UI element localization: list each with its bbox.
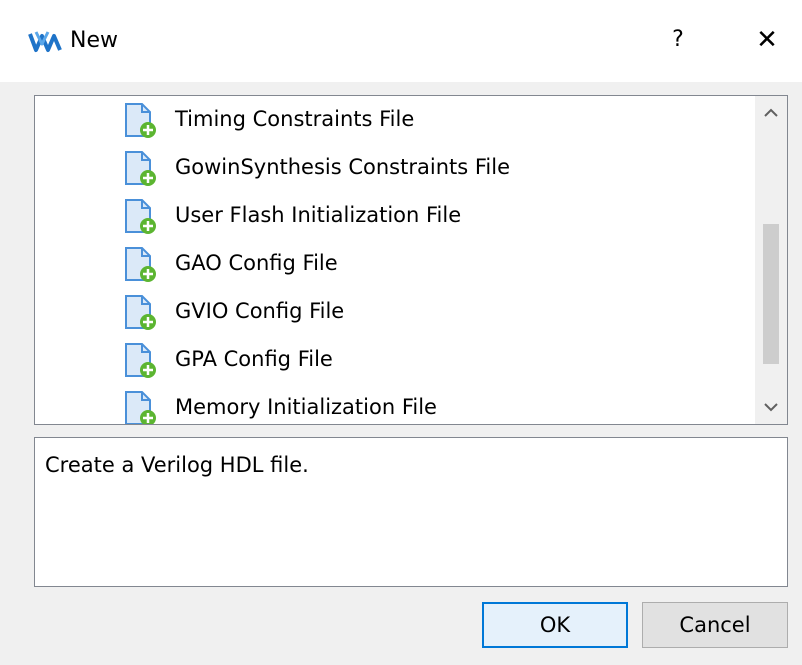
list-item-label: GVIO Config File <box>175 299 345 323</box>
list-item-label: User Flash Initialization File <box>175 203 462 227</box>
cancel-button[interactable]: Cancel <box>642 602 788 648</box>
list-item[interactable]: GPA Config File <box>35 338 755 382</box>
list-item-label: GowinSynthesis Constraints File <box>175 155 510 179</box>
list-item[interactable]: User Flash Initialization File <box>35 194 755 238</box>
list-item[interactable]: GVIO Config File <box>35 290 755 334</box>
new-file-icon <box>125 295 156 330</box>
list-item[interactable]: Timing Constraints File <box>35 98 755 142</box>
help-button[interactable]: ? <box>658 22 698 58</box>
file-type-list[interactable]: Timing Constraints File GowinSynthesis C… <box>34 95 788 425</box>
title-bar: New ? ✕ <box>0 0 802 82</box>
vertical-scrollbar[interactable] <box>755 96 787 424</box>
close-button[interactable]: ✕ <box>747 22 787 58</box>
description-panel: Create a Verilog HDL file. <box>34 437 788 587</box>
list-item-label: GPA Config File <box>175 347 333 371</box>
gowin-logo-icon <box>28 31 62 52</box>
scroll-thumb[interactable] <box>763 224 779 364</box>
new-file-icon <box>125 103 156 138</box>
new-file-icon <box>125 247 156 282</box>
window-title: New <box>70 28 118 53</box>
list-item-label: Memory Initialization File <box>175 395 437 419</box>
new-file-icon <box>125 199 156 234</box>
scroll-up-arrow-icon[interactable] <box>755 96 787 130</box>
list-item[interactable]: GowinSynthesis Constraints File <box>35 146 755 190</box>
list-item-label: GAO Config File <box>175 251 338 275</box>
list-item[interactable]: GAO Config File <box>35 242 755 286</box>
new-file-icon <box>125 391 156 424</box>
ok-button[interactable]: OK <box>482 602 628 648</box>
list-item[interactable]: Memory Initialization File <box>35 386 755 424</box>
new-file-icon <box>125 343 156 378</box>
file-type-items: Timing Constraints File GowinSynthesis C… <box>35 96 755 424</box>
list-item-label: Timing Constraints File <box>175 107 415 131</box>
new-file-icon <box>125 151 156 186</box>
scroll-down-arrow-icon[interactable] <box>755 390 787 424</box>
description-text: Create a Verilog HDL file. <box>45 453 309 477</box>
